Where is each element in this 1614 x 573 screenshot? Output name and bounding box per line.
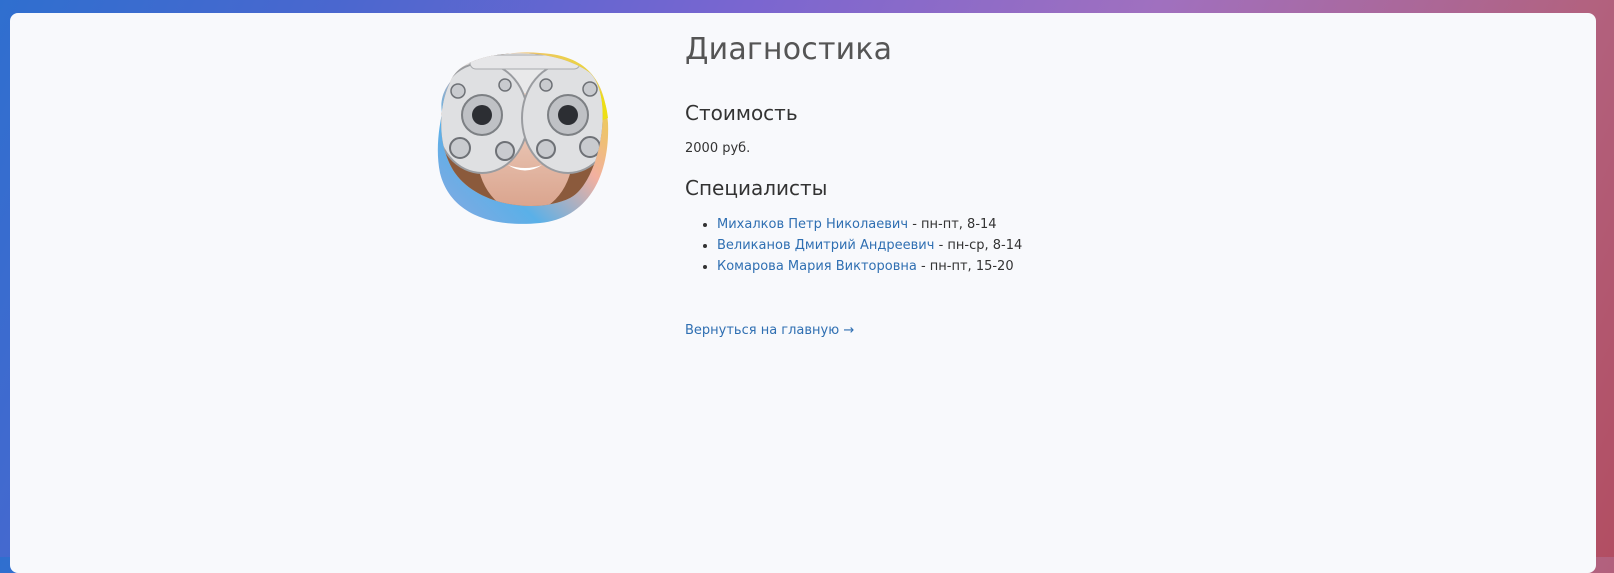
specialist-link-komarova[interactable]: Комарова Мария Викторовна — [717, 259, 917, 274]
service-details: Диагностика Стоимость 2000 руб. Специали… — [685, 32, 1385, 339]
specialists-list: Михалков Петр Николаевич - пн-пт, 8-14 В… — [685, 214, 1022, 277]
specialist-link-mikhalkov[interactable]: Михалков Петр Николаевич — [717, 217, 908, 232]
price-heading: Стоимость — [685, 101, 798, 125]
specialist-schedule: - пн-пт, 15-20 — [916, 259, 1014, 274]
list-item: Комарова Мария Викторовна - пн-пт, 15-20 — [717, 256, 1022, 277]
list-item: Великанов Дмитрий Андреевич - пн-ср, 8-1… — [717, 235, 1022, 256]
service-photo — [430, 43, 620, 243]
back-to-home-link[interactable]: Вернуться на главную → — [685, 323, 854, 338]
photo-blob-icon — [437, 52, 609, 224]
specialist-link-velikanov[interactable]: Великанов Дмитрий Андреевич — [717, 238, 934, 253]
specialist-schedule: - пн-пт, 8-14 — [908, 217, 997, 232]
list-item: Михалков Петр Николаевич - пн-пт, 8-14 — [717, 214, 1022, 235]
content-card: Диагностика Стоимость 2000 руб. Специали… — [10, 13, 1596, 573]
specialist-schedule: - пн-ср, 8-14 — [934, 238, 1023, 253]
page-title: Диагностика — [685, 32, 893, 67]
price-value: 2000 руб. — [685, 141, 751, 156]
specialists-heading: Специалисты — [685, 176, 828, 200]
